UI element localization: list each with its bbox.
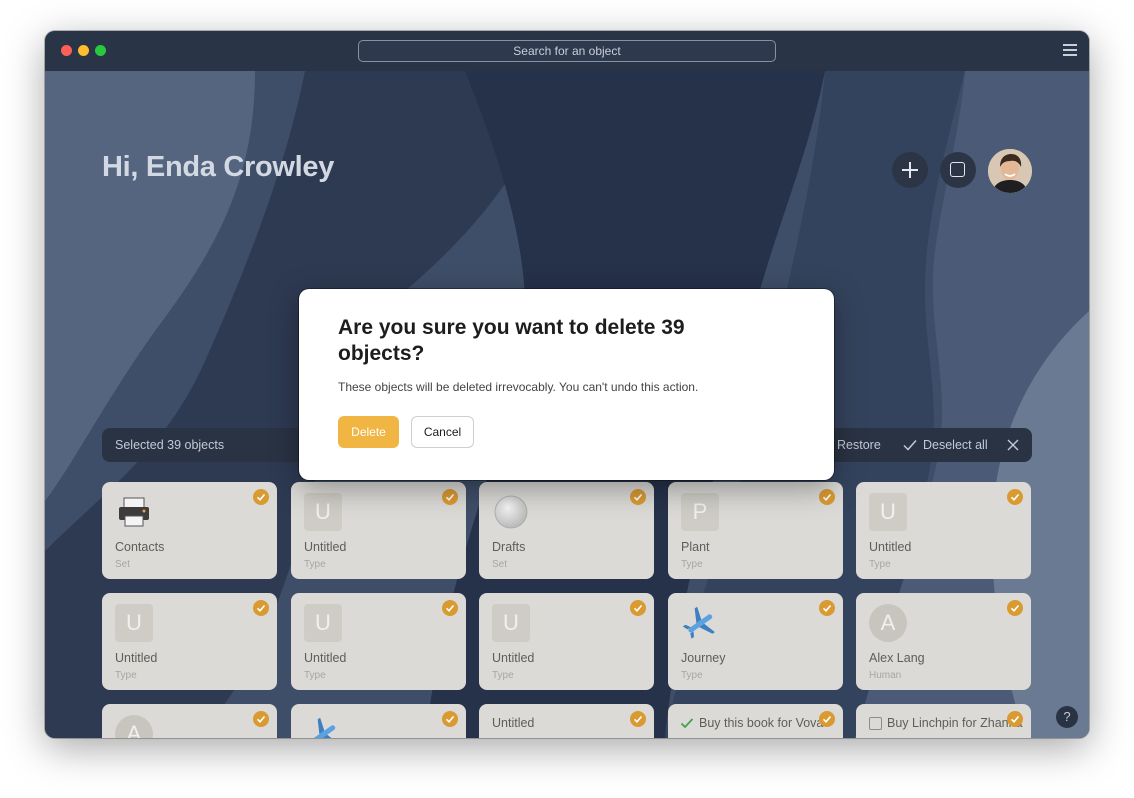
object-card-journey-2[interactable]: [291, 704, 466, 738]
selected-check-icon[interactable]: [819, 600, 835, 616]
selected-check-icon[interactable]: [1007, 489, 1023, 505]
card-title: Buy this book for Vova: [699, 716, 824, 730]
hamburger-menu-icon[interactable]: [1063, 44, 1077, 56]
square-icon-button[interactable]: [940, 152, 976, 188]
selected-check-icon[interactable]: [630, 600, 646, 616]
card-title: Untitled: [492, 651, 535, 665]
card-type: Type: [115, 670, 137, 681]
task-done-check-icon[interactable]: [680, 716, 694, 730]
card-title: Buy Linchpin for Zhanna: [887, 716, 1023, 730]
airplane-icon: [311, 717, 338, 738]
selected-check-icon[interactable]: [1007, 711, 1023, 727]
letter-tile-icon: U: [869, 493, 907, 531]
selected-check-icon[interactable]: [630, 711, 646, 727]
object-card-untitled[interactable]: U Untitled Type: [479, 593, 654, 690]
object-card-human[interactable]: A: [102, 704, 277, 738]
selected-check-icon[interactable]: [630, 489, 646, 505]
object-card-task-zhanna[interactable]: Buy Linchpin for Zhanna: [856, 704, 1031, 738]
user-avatar-icon: [988, 149, 1032, 193]
letter-tile-icon: U: [304, 604, 342, 642]
card-title: Alex Lang: [869, 651, 925, 665]
selected-check-icon[interactable]: [442, 711, 458, 727]
object-card-task-vova[interactable]: Buy this book for Vova: [668, 704, 843, 738]
check-icon: [903, 440, 917, 451]
title-bar: Search for an object: [45, 31, 1089, 71]
search-input[interactable]: Search for an object: [358, 40, 776, 62]
object-card-untitled[interactable]: U Untitled Type: [856, 482, 1031, 579]
object-card-contacts[interactable]: Contacts Set: [102, 482, 277, 579]
object-card-untitled[interactable]: U Untitled Type: [291, 593, 466, 690]
selected-check-icon[interactable]: [253, 600, 269, 616]
selected-check-icon[interactable]: [253, 489, 269, 505]
object-card-plant[interactable]: P Plant Type: [668, 482, 843, 579]
letter-tile-icon: U: [304, 493, 342, 531]
card-type: Type: [492, 670, 514, 681]
cancel-button[interactable]: Cancel: [411, 416, 474, 448]
dialog-message: These objects will be deleted irrevocabl…: [338, 380, 699, 394]
printer-icon: [119, 497, 149, 527]
delete-confirmation-dialog: Are you sure you want to delete 39 objec…: [299, 289, 834, 480]
card-type: Type: [681, 559, 703, 570]
object-card-untitled-note[interactable]: Untitled: [479, 704, 654, 738]
selected-check-icon[interactable]: [442, 600, 458, 616]
card-type: Type: [304, 559, 326, 570]
minimize-window-button[interactable]: [78, 45, 89, 56]
object-card-alex-lang[interactable]: A Alex Lang Human: [856, 593, 1031, 690]
close-window-button[interactable]: [61, 45, 72, 56]
close-icon[interactable]: [1006, 438, 1020, 452]
delete-button[interactable]: Delete: [338, 416, 399, 448]
card-title: Untitled: [304, 651, 347, 665]
card-title: Untitled: [115, 651, 158, 665]
card-title: Journey: [681, 651, 726, 665]
card-type: Set: [492, 559, 508, 570]
card-title: Drafts: [492, 540, 526, 554]
avatar[interactable]: [988, 149, 1032, 193]
white-circle-icon: [494, 495, 528, 529]
selected-check-icon[interactable]: [442, 489, 458, 505]
dialog-title: Are you sure you want to delete 39 objec…: [338, 316, 685, 365]
card-title: Untitled: [304, 540, 347, 554]
card-title: Untitled: [492, 716, 535, 730]
card-title: Contacts: [115, 540, 165, 554]
help-button[interactable]: ?: [1056, 706, 1078, 728]
zoom-window-button[interactable]: [95, 45, 106, 56]
card-title: Plant: [681, 540, 710, 554]
deselect-all-button[interactable]: Deselect all: [923, 438, 988, 452]
card-type: Type: [869, 559, 891, 570]
page-title: Hi, Enda Crowley: [102, 151, 335, 183]
object-card-journey[interactable]: Journey Type: [668, 593, 843, 690]
letter-avatar-icon: A: [869, 604, 907, 642]
add-object-button[interactable]: [892, 152, 928, 188]
card-type: Type: [304, 670, 326, 681]
selection-count: Selected 39 objects: [115, 438, 225, 452]
object-card-untitled[interactable]: U Untitled Type: [102, 593, 277, 690]
selected-check-icon[interactable]: [819, 711, 835, 727]
letter-tile-icon: P: [681, 493, 719, 531]
object-card-drafts[interactable]: Drafts Set: [479, 482, 654, 579]
card-type: Human: [869, 670, 902, 681]
card-type: Type: [681, 670, 703, 681]
selected-check-icon[interactable]: [819, 489, 835, 505]
airplane-icon: [682, 606, 715, 639]
selected-check-icon[interactable]: [1007, 600, 1023, 616]
task-checkbox[interactable]: [869, 717, 882, 730]
object-card-untitled[interactable]: U Untitled Type: [291, 482, 466, 579]
card-title: Untitled: [869, 540, 912, 554]
restore-button[interactable]: Restore: [837, 438, 881, 452]
letter-tile-icon: U: [492, 604, 530, 642]
letter-tile-icon: U: [115, 604, 153, 642]
card-type: Set: [115, 559, 131, 570]
letter-avatar-icon: A: [115, 715, 153, 738]
selected-check-icon[interactable]: [253, 711, 269, 727]
